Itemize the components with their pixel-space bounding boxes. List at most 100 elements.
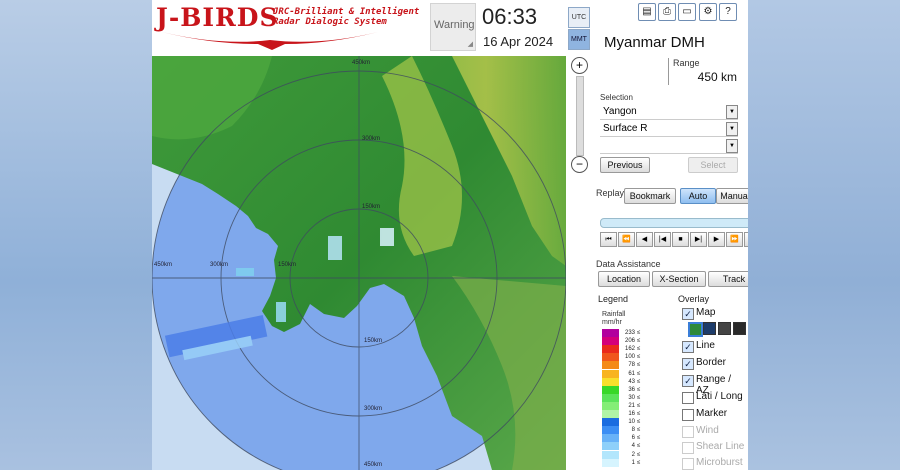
legend-swatch bbox=[602, 377, 619, 386]
overlay-item-marker[interactable]: Marker bbox=[676, 408, 746, 422]
step-forward-icon[interactable]: ▶| bbox=[690, 232, 707, 247]
utc-button[interactable]: UTC bbox=[568, 7, 590, 28]
legend-value: 8 bbox=[631, 427, 635, 434]
select-button[interactable]: Select bbox=[688, 157, 738, 173]
checkbox-icon[interactable]: ✓ bbox=[682, 375, 694, 387]
overlay-item-label: Marker bbox=[696, 408, 728, 419]
chevron-down-icon[interactable]: ▼ bbox=[726, 105, 738, 119]
stop-icon[interactable]: ■ bbox=[672, 232, 689, 247]
legend-swatch bbox=[602, 418, 619, 427]
map-style-tiles bbox=[688, 322, 746, 337]
map-style-black-tile[interactable] bbox=[733, 322, 746, 335]
zoom-control: + − bbox=[568, 56, 590, 174]
overlay-item-line[interactable]: ✓ Line bbox=[676, 340, 746, 354]
map-style-navy-tile[interactable] bbox=[703, 322, 716, 335]
zoom-slider[interactable] bbox=[576, 76, 584, 156]
fast-forward-icon[interactable]: ⏩ bbox=[726, 232, 743, 247]
legend-le-symbol: ≤ bbox=[637, 451, 641, 458]
checkbox-icon bbox=[682, 458, 694, 470]
legend-value: 100 bbox=[624, 354, 635, 361]
zoom-out-icon[interactable]: − bbox=[571, 156, 588, 173]
overlay-item-range-az[interactable]: ✓ Range / AZ bbox=[676, 374, 746, 396]
legend-value: 2 bbox=[631, 451, 635, 458]
folder-icon[interactable]: ▭ bbox=[678, 3, 696, 21]
warning-expand-icon[interactable]: ◢ bbox=[468, 40, 473, 48]
play-icon[interactable]: ▶ bbox=[708, 232, 725, 247]
save-icon[interactable]: ▤ bbox=[638, 3, 656, 21]
rewind-icon[interactable]: ◀ bbox=[636, 232, 653, 247]
selection-extra[interactable]: ▼ bbox=[600, 138, 738, 154]
chevron-down-icon[interactable]: ▼ bbox=[726, 139, 738, 153]
legend-swatch bbox=[602, 401, 619, 410]
legend-le-symbol: ≤ bbox=[637, 338, 641, 345]
legend-swatch bbox=[602, 434, 619, 443]
legend-row: 30 ≤ bbox=[602, 393, 644, 402]
range-label-s150: 150km bbox=[364, 338, 382, 344]
overlay-item-microburst: Microburst bbox=[676, 457, 746, 470]
map-style-dark-tile[interactable] bbox=[718, 322, 731, 335]
legend-le-symbol: ≤ bbox=[637, 435, 641, 442]
legend-le-symbol: ≤ bbox=[637, 427, 641, 434]
help-icon[interactable]: ? bbox=[719, 3, 737, 21]
overlay-item-label: Wind bbox=[696, 425, 719, 436]
step-back-icon[interactable]: |◀ bbox=[654, 232, 671, 247]
station-title: Myanmar DMH bbox=[604, 34, 705, 51]
range-label-w450: 450km bbox=[154, 262, 172, 268]
legend-row: 16 ≤ bbox=[602, 410, 644, 418]
range-label-n150: 150km bbox=[362, 204, 380, 210]
legend-swatch bbox=[602, 329, 619, 337]
chevron-down-icon[interactable]: ▼ bbox=[726, 122, 738, 136]
legend-row: 6 ≤ bbox=[602, 434, 644, 443]
checkbox-icon[interactable]: ✓ bbox=[682, 341, 694, 353]
legend-value: 16 bbox=[628, 411, 635, 417]
x-section-button[interactable]: X-Section bbox=[652, 271, 706, 287]
mmt-button[interactable]: MMT bbox=[568, 29, 590, 50]
legend-le-symbol: ≤ bbox=[637, 370, 641, 377]
skip-start-icon[interactable]: ⏮ bbox=[600, 232, 617, 247]
checkbox-icon[interactable]: ✓ bbox=[682, 358, 694, 370]
overlay-item-label: Shear Line bbox=[696, 441, 745, 452]
track-button[interactable]: Track bbox=[708, 271, 748, 287]
radar-map[interactable]: 450km 300km 150km 150km 300km 450km 450k… bbox=[152, 56, 566, 470]
overlay-item-label: Map bbox=[696, 307, 716, 318]
zoom-in-icon[interactable]: + bbox=[571, 57, 588, 74]
print-icon[interactable]: ⎙ bbox=[658, 3, 676, 21]
checkbox-icon[interactable] bbox=[682, 409, 694, 421]
auto-button[interactable]: Auto bbox=[680, 188, 716, 204]
checkbox-icon bbox=[682, 442, 694, 454]
settings-icon[interactable]: ⚙ bbox=[699, 3, 717, 21]
logo-subtitle-2: Radar Dialogic System bbox=[273, 17, 387, 27]
fast-rewind-icon[interactable]: ⏪ bbox=[618, 232, 635, 247]
bookmark-button[interactable]: Bookmark bbox=[624, 188, 676, 204]
overlay-item-map[interactable]: ✓ Map bbox=[676, 307, 746, 321]
legend-value: 36 bbox=[628, 386, 635, 393]
overlay-item-label: Microburst bbox=[696, 457, 743, 468]
legend-le-symbol: ≤ bbox=[637, 354, 641, 361]
range-value: 450 km bbox=[697, 70, 737, 84]
legend-swatch bbox=[602, 353, 619, 362]
legend-value: 4 bbox=[631, 443, 635, 450]
legend-le-symbol: ≤ bbox=[637, 330, 641, 336]
legend-le-symbol: ≤ bbox=[637, 346, 641, 353]
manual-button[interactable]: Manual bbox=[716, 188, 748, 204]
range-label-n450: 450km bbox=[352, 60, 370, 66]
overlay-item-label: Line bbox=[696, 340, 715, 351]
legend-row: 10 ≤ bbox=[602, 418, 644, 427]
legend-le-symbol: ≤ bbox=[637, 402, 641, 409]
location-button[interactable]: Location bbox=[598, 271, 650, 287]
previous-button[interactable]: Previous bbox=[600, 157, 650, 173]
skip-end-icon[interactable]: ⏭ bbox=[744, 232, 748, 247]
legend-value: 233 bbox=[624, 330, 635, 336]
legend-le-symbol: ≤ bbox=[637, 378, 641, 385]
checkbox-icon[interactable] bbox=[682, 392, 694, 404]
selection-product[interactable]: Surface R ▼ bbox=[600, 121, 738, 137]
selection-radar[interactable]: Yangon ▼ bbox=[600, 104, 738, 120]
overlay-item-lati-long[interactable]: Lati / Long bbox=[676, 391, 746, 405]
map-style-green-tile[interactable] bbox=[688, 322, 703, 337]
overlay-item-border[interactable]: ✓ Border bbox=[676, 357, 746, 371]
checkbox-icon[interactable]: ✓ bbox=[682, 308, 694, 320]
legend-value: 6 bbox=[631, 435, 635, 442]
warning-box[interactable]: Warning ◢ bbox=[430, 3, 476, 51]
legend-swatch bbox=[602, 442, 619, 451]
replay-timeline-slider[interactable] bbox=[600, 218, 748, 228]
